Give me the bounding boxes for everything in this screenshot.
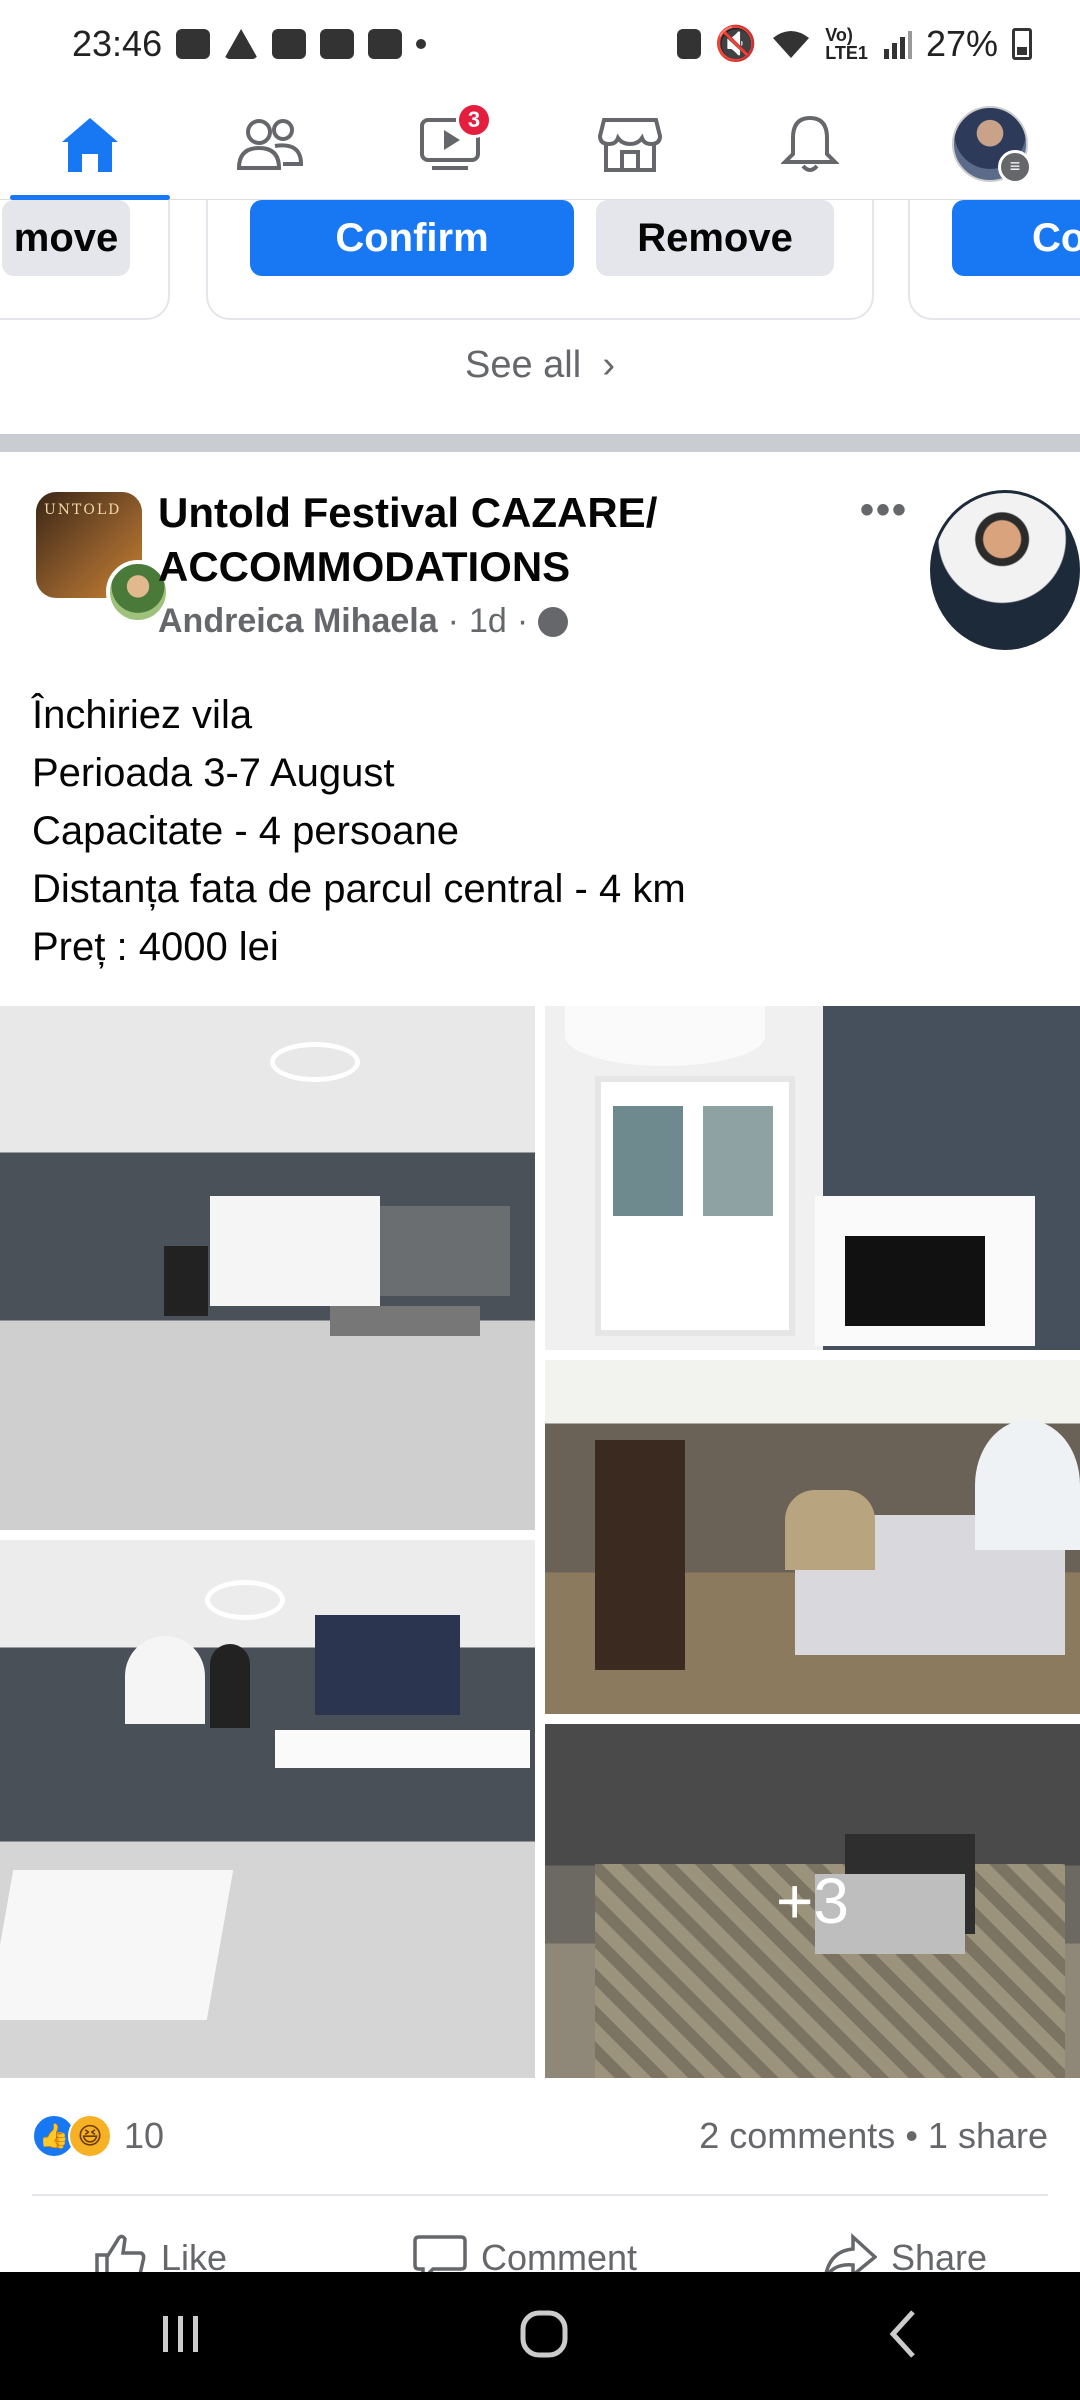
- wifi-icon: [773, 31, 810, 58]
- profile-avatar: ≡: [952, 105, 1032, 184]
- tab-watch[interactable]: 3: [370, 88, 530, 200]
- youtube-notification-icon: [320, 29, 355, 59]
- confirm-button[interactable]: Co: [952, 200, 1080, 276]
- friend-request-card: move: [0, 200, 170, 320]
- chevron-right-icon: ›: [591, 344, 615, 386]
- shares-count[interactable]: 1 share: [928, 2115, 1048, 2156]
- data-saver-icon: [676, 29, 701, 59]
- back-button[interactable]: [883, 2308, 923, 2365]
- separator-dot: •: [905, 2115, 928, 2156]
- home-circle-icon: [520, 2310, 568, 2357]
- youtube-notification-icon: [368, 29, 403, 59]
- group-name[interactable]: Untold Festival CAZARE/ ACCOMMODATIONS: [158, 486, 718, 594]
- post-photo-more[interactable]: +3: [545, 1724, 1080, 2078]
- see-all-link[interactable]: See all ›: [0, 344, 1080, 387]
- friend-requests-carousel[interactable]: move Confirm Remove Co: [0, 200, 1080, 320]
- feed-divider: [0, 434, 1080, 452]
- remove-button[interactable]: Remove: [596, 200, 834, 276]
- post-text-line: Preț : 4000 lei: [32, 925, 279, 969]
- reactions-summary[interactable]: 👍 😆 10 2 comments • 1 share: [32, 2104, 1048, 2168]
- top-nav: 3 ≡: [0, 88, 1080, 200]
- author-name[interactable]: Andreica Mihaela: [158, 602, 438, 641]
- actions-divider: [32, 2194, 1048, 2196]
- post-text-line: Închiriez vila: [32, 693, 253, 737]
- signal-icon: [883, 31, 912, 59]
- post-text-line: Perioada 3-7 August: [32, 751, 395, 795]
- battery-percent: 27%: [925, 23, 998, 64]
- home-system-button[interactable]: [518, 2308, 570, 2365]
- status-right: 🔇 Vo) LTE1 27%: [676, 23, 1032, 65]
- haha-reaction-icon: 😆: [68, 2114, 112, 2158]
- warning-notification-icon: [224, 29, 259, 59]
- tab-menu[interactable]: ≡: [910, 88, 1070, 200]
- friend-request-card: Confirm Remove: [206, 200, 874, 320]
- mute-icon: 🔇: [714, 25, 758, 63]
- group-avatar-text: UNTOLD: [44, 502, 122, 518]
- tab-marketplace[interactable]: [550, 88, 710, 200]
- post-body: Închiriez vila Perioada 3-7 August Capac…: [32, 686, 1048, 976]
- profile-photo[interactable]: [930, 490, 1080, 650]
- photo-grid: +3: [0, 1006, 1080, 2078]
- clock: 23:46: [72, 23, 163, 64]
- battery-icon: [1012, 28, 1032, 60]
- chat-notification-icon: [176, 29, 211, 59]
- tab-home[interactable]: [10, 88, 170, 200]
- friend-request-card: Co: [908, 200, 1080, 320]
- home-icon: [62, 117, 118, 172]
- status-bar: 23:46 🔇 Vo) LTE1 27%: [0, 0, 1080, 88]
- more-photos-count: +3: [545, 1724, 1080, 2078]
- youtube-notification-icon: [272, 29, 307, 59]
- tab-notifications[interactable]: [730, 88, 890, 200]
- post-header: UNTOLD Untold Festival CAZARE/ ACCOMMODA…: [32, 480, 1080, 660]
- remove-button[interactable]: move: [2, 200, 130, 276]
- comments-count[interactable]: 2 comments: [699, 2115, 895, 2156]
- post-text-line: Distanța fata de parcul central - 4 km: [32, 867, 686, 911]
- reaction-count: 10: [124, 2115, 165, 2156]
- volte-icon: Vo) LTE1: [825, 25, 868, 63]
- system-nav-bar: [0, 2272, 1080, 2400]
- recent-apps-button[interactable]: [157, 2310, 205, 2363]
- recent-apps-icon: [162, 2315, 198, 2352]
- reaction-icons: 👍 😆: [32, 2114, 112, 2158]
- more-notifications-dot: [416, 39, 427, 49]
- menu-icon: ≡: [998, 149, 1032, 184]
- see-all-label: See all: [465, 344, 582, 386]
- post-text-line: Capacitate - 4 persoane: [32, 809, 459, 853]
- confirm-button[interactable]: Confirm: [250, 200, 574, 276]
- post-photo[interactable]: [0, 1540, 535, 2078]
- more-options-button[interactable]: •••: [860, 488, 908, 533]
- marketplace-icon: [598, 117, 662, 172]
- tab-friends[interactable]: [190, 88, 350, 200]
- globe-icon: [538, 606, 569, 637]
- watch-badge: 3: [456, 101, 492, 138]
- post-photo[interactable]: [545, 1006, 1080, 1350]
- post-meta: Andreica Mihaela · 1d ·: [158, 602, 569, 641]
- post-photo[interactable]: [0, 1006, 535, 1530]
- engagement-counts[interactable]: 2 comments • 1 share: [699, 2115, 1048, 2157]
- meta-separator: ·: [447, 602, 459, 640]
- meta-separator: ·: [516, 602, 529, 640]
- back-icon: [889, 2309, 916, 2358]
- status-left: 23:46: [72, 23, 427, 65]
- friends-icon: [236, 118, 304, 170]
- reactions-left[interactable]: 👍 😆 10: [32, 2114, 164, 2158]
- bell-icon: [781, 115, 839, 172]
- post-photo[interactable]: [545, 1360, 1080, 1714]
- post-time[interactable]: 1d: [469, 602, 507, 641]
